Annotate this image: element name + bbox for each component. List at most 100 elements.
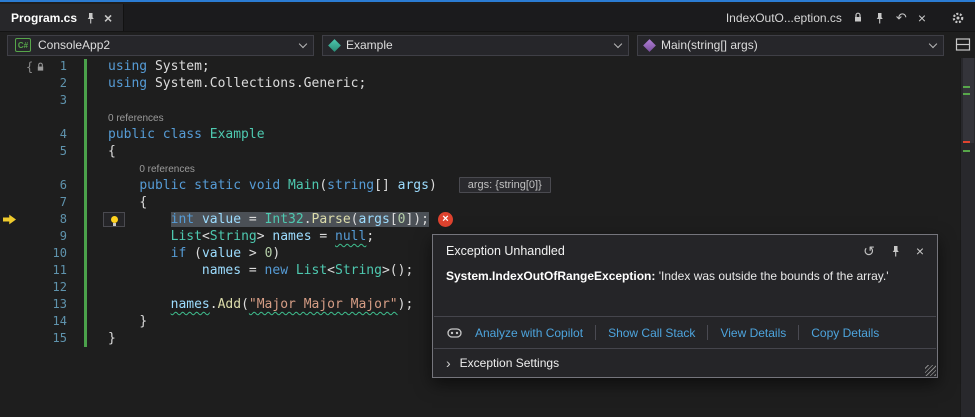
datatip-args[interactable]: args: {string[0]} [459, 177, 551, 193]
code-line[interactable]: 4public class Example [0, 126, 960, 143]
code-line[interactable]: 6 public static void Main(string[] args)… [0, 177, 960, 194]
code-text [80, 92, 108, 109]
exception-popup-title: Exception Unhandled [446, 244, 565, 258]
line-number[interactable]: 1 [0, 58, 80, 75]
project-dropdown[interactable]: C# ConsoleApp2 [7, 35, 314, 56]
chevron-right-icon: › [446, 357, 451, 369]
code-text: { [80, 194, 147, 211]
tab-program-cs[interactable]: Program.cs × [0, 4, 124, 31]
lock-icon [853, 12, 863, 23]
scrollbar-annotation-mark [963, 86, 970, 88]
codelens-row: 0 references [0, 160, 960, 177]
code-text: 0 references [80, 109, 164, 126]
code-text: public class Example [80, 126, 265, 143]
view-details-link[interactable]: View Details [720, 326, 786, 340]
csharp-project-icon: C# [15, 38, 31, 52]
line-number[interactable]: 2 [0, 75, 80, 92]
line-number[interactable]: 7 [0, 194, 80, 211]
exception-actions: Analyze with Copilot Show Call Stack Vie… [433, 317, 937, 348]
code-text [80, 279, 108, 296]
pin-icon[interactable] [890, 245, 901, 257]
line-number[interactable]: 4 [0, 126, 80, 143]
quick-actions-lightbulb-icon[interactable] [103, 212, 125, 227]
code-text: using System.Collections.Generic; [80, 75, 366, 92]
tab-label[interactable]: IndexOutO...eption.cs [726, 11, 842, 25]
code-text: { [80, 143, 116, 160]
exception-settings-expander[interactable]: › Exception Settings [433, 349, 937, 377]
code-line[interactable]: 3 [0, 92, 960, 109]
line-number[interactable] [0, 160, 80, 177]
code-text: } [80, 313, 147, 330]
code-text: 0 references [80, 160, 195, 177]
close-icon[interactable]: × [918, 12, 926, 24]
code-text: if (value > 0) [80, 245, 280, 262]
exception-popup-header: Exception Unhandled ↺ × [433, 235, 937, 261]
line-number[interactable]: 9 [0, 228, 80, 245]
current-statement-highlight: int value = Int32.Parse(args[0]); [171, 212, 429, 227]
analyze-with-copilot-link[interactable]: Analyze with Copilot [475, 326, 583, 340]
line-number[interactable]: 3 [0, 92, 80, 109]
secondary-tab-area: IndexOutO...eption.cs ↶ × [726, 4, 975, 31]
exception-type: System.IndexOutOfRangeException: [446, 269, 655, 283]
line-number[interactable]: 13 [0, 296, 80, 313]
code-line[interactable]: 7 { [0, 194, 960, 211]
code-text: names = new List<String>(); [80, 262, 413, 279]
divider [798, 325, 799, 340]
tab-label: Program.cs [11, 11, 77, 25]
resize-grip[interactable] [925, 365, 936, 376]
exception-settings-label: Exception Settings [460, 356, 559, 370]
split-editor-icon[interactable] [955, 37, 971, 52]
history-icon[interactable]: ↺ [863, 245, 875, 257]
code-text: int value = Int32.Parse(args[0]); [80, 211, 453, 228]
chevron-down-icon [614, 39, 622, 47]
divider [595, 325, 596, 340]
codelens-row: 0 references [0, 109, 960, 126]
code-line[interactable]: 5{ [0, 143, 960, 160]
line-number[interactable]: 15 [0, 330, 80, 347]
show-call-stack-link[interactable]: Show Call Stack [608, 326, 695, 340]
close-icon[interactable]: × [104, 12, 112, 24]
member-dropdown-label: Main(string[] args) [661, 38, 758, 52]
line-number[interactable]: 6 [0, 177, 80, 194]
copy-details-link[interactable]: Copy Details [811, 326, 879, 340]
code-line[interactable]: 2using System.Collections.Generic; [0, 75, 960, 92]
code-text: } [80, 330, 116, 347]
method-icon [643, 39, 656, 52]
divider [707, 325, 708, 340]
line-number[interactable]: 10 [0, 245, 80, 262]
line-number[interactable]: 12 [0, 279, 80, 296]
vs-window: Program.cs × IndexOutO...eption.cs ↶ × C… [0, 0, 975, 417]
type-dropdown-label: Example [346, 38, 393, 52]
line-number[interactable]: 11 [0, 262, 80, 279]
exception-popup: Exception Unhandled ↺ × System.IndexOutO… [432, 234, 938, 378]
scrollbar-annotation-mark [963, 141, 970, 143]
gear-icon[interactable] [951, 11, 965, 25]
chevron-down-icon [929, 39, 937, 47]
line-number[interactable]: 14 [0, 313, 80, 330]
scrollbar-thumb[interactable] [963, 58, 974, 143]
exception-popup-toolbar: ↺ × [863, 245, 924, 257]
member-dropdown[interactable]: Main(string[] args) [637, 35, 944, 56]
scrollbar-annotation-mark [963, 93, 970, 95]
line-number[interactable]: 5 [0, 143, 80, 160]
navigation-bar: C# ConsoleApp2 Example Main(string[] arg… [0, 32, 951, 58]
type-dropdown[interactable]: Example [322, 35, 629, 56]
code-line[interactable]: 8 int value = Int32.Parse(args[0]); [0, 211, 960, 228]
close-icon[interactable]: × [916, 245, 924, 257]
codelens-references[interactable]: 0 references [108, 113, 164, 124]
exception-error-icon[interactable] [438, 212, 453, 227]
pin-icon[interactable] [85, 12, 96, 24]
lightbulb-glyph [111, 216, 118, 223]
undo-icon[interactable]: ↶ [896, 10, 907, 26]
project-dropdown-label: ConsoleApp2 [38, 38, 110, 52]
exception-description: 'Index was outside the bounds of the arr… [655, 269, 888, 283]
line-number[interactable] [0, 109, 80, 126]
code-text: public static void Main(string[] args)ar… [80, 177, 551, 194]
pin-icon[interactable] [874, 12, 885, 24]
codelens-references[interactable]: 0 references [139, 164, 195, 175]
class-icon [328, 39, 341, 52]
code-line[interactable]: 1using System; [0, 58, 960, 75]
vertical-scrollbar[interactable] [960, 58, 975, 417]
code-text: using System; [80, 58, 210, 75]
scrollbar-annotation-mark [963, 150, 970, 152]
